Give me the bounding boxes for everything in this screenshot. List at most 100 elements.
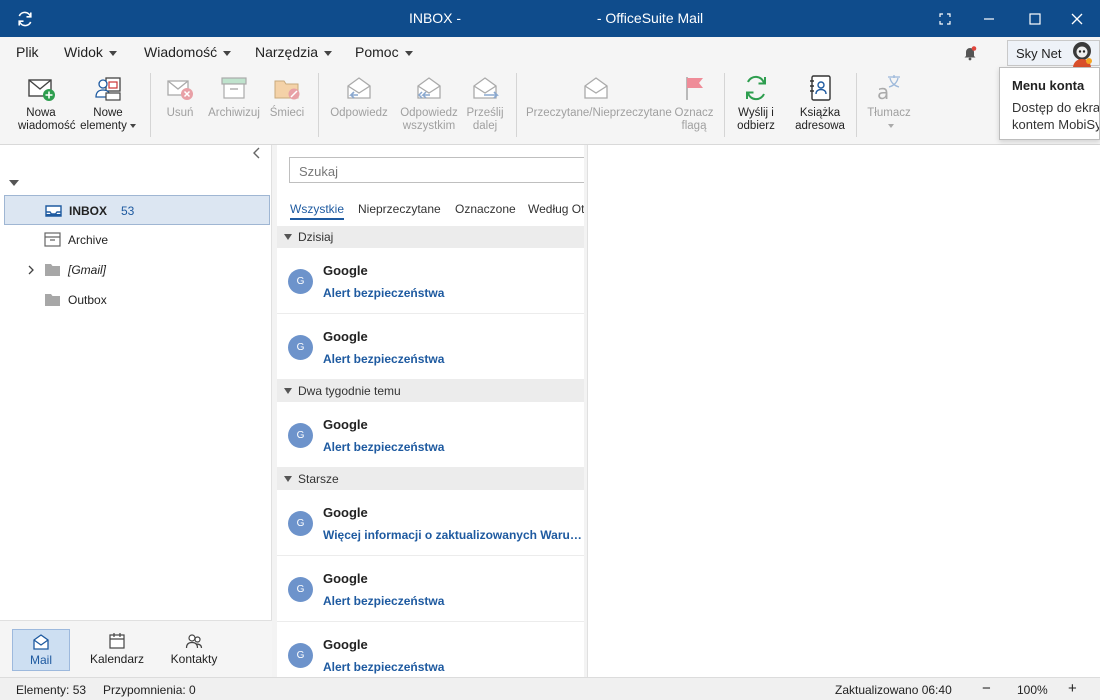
collapse-sidebar-icon[interactable] <box>250 145 264 161</box>
forward-label-1: Prześlij <box>466 107 504 119</box>
reply-icon <box>347 77 371 99</box>
new-mail-icon <box>28 79 55 101</box>
new-items-icon <box>95 77 121 101</box>
message-sender: Google <box>323 329 368 344</box>
forward-button[interactable]: Prześlij dalej <box>464 73 506 133</box>
tooltip-body: Dostęp do ekra kontem MobiSy <box>1012 99 1099 133</box>
folder-inbox-label: INBOX <box>69 204 108 218</box>
chevron-down-icon <box>324 50 333 56</box>
send-receive-label-1: Wyślij i <box>738 107 774 119</box>
menu-file[interactable]: Plik <box>16 44 39 60</box>
nav-mail-label: Mail <box>29 653 52 667</box>
folder-icon <box>44 262 61 277</box>
folder-inbox[interactable]: INBOX 53 <box>4 195 270 225</box>
flag-button[interactable]: Oznacz flagą <box>672 73 716 133</box>
group-header-today[interactable]: Dzisiaj <box>277 226 584 248</box>
message-subject: Alert bezpieczeństwa <box>323 660 445 674</box>
menu-bar: Plik Widok Wiadomość Narzędzia Pomoc <box>0 37 1100 67</box>
read-unread-button[interactable]: Przeczytane/Nieprzeczytane <box>526 73 672 120</box>
message-subject: Alert bezpieczeństwa <box>323 594 445 608</box>
maximize-icon[interactable] <box>1012 0 1058 37</box>
menu-help[interactable]: Pomoc <box>355 44 413 60</box>
group-header-label: Dzisiaj <box>298 230 334 244</box>
account-expand-icon[interactable] <box>8 177 20 187</box>
translate-icon: a <box>877 75 900 103</box>
message-sender: Google <box>323 263 368 278</box>
account-menu-tooltip: Menu konta Dostęp do ekra kontem MobiSy <box>999 67 1100 140</box>
filter-tab-unread[interactable]: Nieprzeczytane <box>358 202 441 216</box>
nav-mail[interactable]: Mail <box>12 629 70 671</box>
collapse-group-icon <box>284 388 292 394</box>
chevron-down-icon <box>108 50 117 56</box>
group-header-older[interactable]: Starsze <box>277 468 584 490</box>
flag-label-2: flagą <box>681 120 707 132</box>
close-icon[interactable] <box>1054 0 1100 37</box>
menu-tools[interactable]: Narzędzia <box>255 44 333 60</box>
archive-button[interactable]: Archiwizuj <box>206 73 262 120</box>
folder-sidebar: INBOX 53 Archive [Gmail] Outbox Mail Kal… <box>0 145 272 677</box>
chevron-down-icon <box>404 50 413 56</box>
message-list: Szukaj Wszystkie Nieprzeczytane Oznaczon… <box>277 145 584 677</box>
filter-tab-by-other[interactable]: Według Otr <box>528 202 584 216</box>
reply-button[interactable]: Odpowiedz <box>328 73 390 120</box>
group-header-label: Starsze <box>298 472 339 486</box>
calendar-icon <box>109 633 125 649</box>
delete-mail-icon <box>167 80 193 100</box>
reply-all-label-2: wszystkim <box>402 120 456 132</box>
new-items-button[interactable]: Nowe elementy <box>78 73 138 133</box>
folder-archive[interactable]: Archive <box>4 225 270 255</box>
message-item[interactable]: G Google Alert bezpieczeństwa <box>277 248 584 314</box>
message-item[interactable]: G Google Alert bezpieczeństwa <box>277 314 584 380</box>
message-item[interactable]: G Google Więcej informacji o zaktualizow… <box>277 490 584 556</box>
sender-avatar: G <box>288 511 313 536</box>
flag-icon <box>686 77 703 100</box>
archive-box-icon <box>44 232 61 247</box>
nav-contacts[interactable]: Kontakty <box>164 629 224 671</box>
zoom-in-button[interactable]: + <box>1068 680 1077 697</box>
menu-file-label: Plik <box>16 44 39 60</box>
ribbon-separator <box>516 73 517 137</box>
nav-calendar[interactable]: Kalendarz <box>84 629 150 671</box>
message-item[interactable]: G Google Alert bezpieczeństwa <box>277 622 584 677</box>
junk-button[interactable]: Śmieci <box>268 73 306 120</box>
send-receive-button[interactable]: Wyślij i odbierz <box>733 73 779 133</box>
minimize-icon[interactable] <box>966 0 1012 37</box>
chevron-right-icon[interactable] <box>26 264 36 276</box>
status-items-count: Elementy: 53 <box>16 683 87 697</box>
zoom-out-button[interactable]: − <box>982 680 991 697</box>
search-input[interactable]: Szukaj <box>289 157 584 183</box>
account-menu-button[interactable]: Sky Net <box>1007 40 1100 67</box>
delete-button[interactable]: Usuń <box>160 73 200 120</box>
new-items-label-2: elementy <box>80 120 127 132</box>
message-item[interactable]: G Google Alert bezpieczeństwa <box>277 402 584 468</box>
message-item[interactable]: G Google Alert bezpieczeństwa <box>277 556 584 622</box>
menu-view[interactable]: Widok <box>64 44 117 60</box>
filter-tab-flagged[interactable]: Oznaczone <box>455 202 516 216</box>
filter-tab-all[interactable]: Wszystkie <box>290 202 344 220</box>
notification-bell-icon[interactable] <box>962 45 978 61</box>
message-sender: Google <box>323 571 368 586</box>
new-message-label-1: Nowa <box>26 107 56 119</box>
folder-outbox[interactable]: Outbox <box>4 285 270 315</box>
sync-icon[interactable] <box>14 8 36 30</box>
sender-avatar: G <box>288 269 313 294</box>
reply-all-icon <box>417 77 441 99</box>
folder-gmail[interactable]: [Gmail] <box>4 255 270 285</box>
new-message-button[interactable]: Nowa wiadomość <box>18 73 76 133</box>
address-book-icon <box>810 75 831 101</box>
fullscreen-icon[interactable] <box>922 0 968 37</box>
sender-avatar: G <box>288 577 313 602</box>
address-book-label-1: Książka <box>799 107 841 119</box>
flag-label-1: Oznacz <box>674 107 714 119</box>
collapse-group-icon <box>284 234 292 240</box>
translator-button[interactable]: a Tłumacz <box>864 73 914 133</box>
junk-label: Śmieci <box>269 107 305 119</box>
menu-message[interactable]: Wiadomość <box>144 44 232 60</box>
group-header-two-weeks[interactable]: Dwa tygodnie temu <box>277 380 584 402</box>
folder-icon <box>44 292 61 307</box>
reply-all-label-1: Odpowiedz <box>400 107 458 119</box>
reply-all-button[interactable]: Odpowiedz wszystkim <box>398 73 460 133</box>
address-book-button[interactable]: Książka adresowa <box>794 73 846 133</box>
archive-label: Archiwizuj <box>208 107 260 119</box>
sender-avatar: G <box>288 643 313 668</box>
